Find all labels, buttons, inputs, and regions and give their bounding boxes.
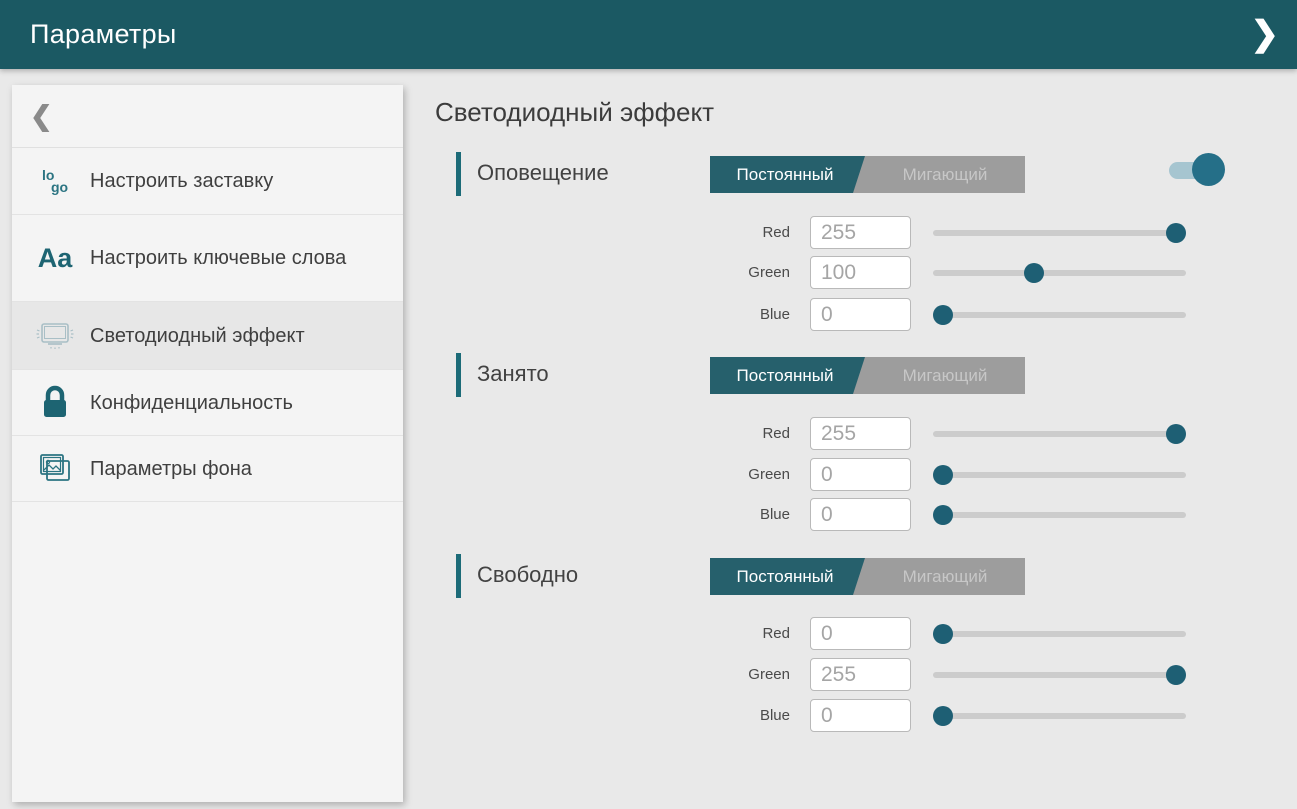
lock-icon [32, 381, 78, 425]
red-label: Red [700, 425, 790, 442]
segment-solid-label[interactable]: Постоянный [710, 156, 860, 193]
app-header: Параметры ❯ [0, 0, 1297, 69]
page-title: Параметры [30, 19, 177, 50]
blue-slider[interactable] [933, 512, 1186, 518]
blue-value-input[interactable] [810, 699, 911, 732]
forward-chevron-icon[interactable]: ❯ [1251, 12, 1280, 56]
led-screen-icon [32, 314, 78, 358]
accent-bar [456, 152, 461, 196]
sidebar-item-screensaver[interactable]: logo Настроить заставку [12, 148, 403, 215]
red-slider[interactable] [933, 431, 1186, 437]
sidebar-item-led-effect[interactable]: Светодиодный эффект [12, 302, 403, 370]
rgb-row-red: Red [700, 617, 1220, 650]
rgb-row-red: Red [700, 216, 1220, 249]
blue-value-input[interactable] [810, 498, 911, 531]
sidebar-item-label: Настроить заставку [90, 168, 273, 194]
sidebar-item-background[interactable]: Параметры фона [12, 436, 403, 502]
back-chevron-icon[interactable]: ❮ [30, 101, 53, 132]
blue-slider[interactable] [933, 713, 1186, 719]
green-slider-knob[interactable] [1166, 665, 1186, 685]
section-label: Оповещение [477, 152, 609, 196]
red-label: Red [700, 625, 790, 642]
accent-bar [456, 554, 461, 598]
sidebar-item-label: Конфиденциальность [90, 390, 293, 416]
blue-slider-knob[interactable] [933, 706, 953, 726]
rgb-row-blue: Blue [700, 298, 1220, 331]
red-value-input[interactable] [810, 617, 911, 650]
red-slider[interactable] [933, 631, 1186, 637]
section-label: Занято [477, 353, 549, 397]
segment-blinking-label[interactable]: Мигающий [865, 156, 1025, 193]
green-label: Green [700, 466, 790, 483]
rgb-row-blue: Blue [700, 699, 1220, 732]
segment-solid-label[interactable]: Постоянный [710, 558, 860, 595]
sidebar-item-label: Светодиодный эффект [90, 323, 305, 349]
rgb-row-green: Green [700, 458, 1220, 491]
rgb-row-red: Red [700, 417, 1220, 450]
red-value-input[interactable] [810, 216, 911, 249]
accent-bar [456, 353, 461, 397]
section-header-free: Свободно [456, 554, 578, 598]
sidebar-item-keywords[interactable]: Aa Настроить ключевые слова [12, 215, 403, 302]
blue-label: Blue [700, 707, 790, 724]
green-slider[interactable] [933, 472, 1186, 478]
green-label: Green [700, 264, 790, 281]
settings-sidebar: ❮ logo Настроить заставку Aa Настроить к… [12, 85, 403, 802]
green-slider[interactable] [933, 672, 1186, 678]
red-label: Red [700, 224, 790, 241]
mode-segmented-control-notification[interactable]: Постоянный Мигающий [710, 156, 1025, 193]
background-image-icon [32, 447, 78, 491]
logo-icon: logo [32, 159, 78, 203]
blue-slider-knob[interactable] [933, 305, 953, 325]
green-value-input[interactable] [810, 458, 911, 491]
rgb-row-blue: Blue [700, 498, 1220, 531]
section-header-notification: Оповещение [456, 152, 609, 196]
sidebar-item-label: Параметры фона [90, 456, 252, 482]
green-slider[interactable] [933, 270, 1186, 276]
blue-value-input[interactable] [810, 298, 911, 331]
rgb-row-green: Green [700, 256, 1220, 289]
red-slider-knob[interactable] [933, 624, 953, 644]
green-value-input[interactable] [810, 256, 911, 289]
rgb-row-green: Green [700, 658, 1220, 691]
green-slider-knob[interactable] [933, 465, 953, 485]
sidebar-item-privacy[interactable]: Конфиденциальность [12, 370, 403, 436]
mode-segmented-control-busy[interactable]: Постоянный Мигающий [710, 357, 1025, 394]
notification-enable-switch[interactable] [1167, 153, 1225, 187]
green-value-input[interactable] [810, 658, 911, 691]
switch-knob[interactable] [1192, 153, 1225, 186]
blue-slider[interactable] [933, 312, 1186, 318]
keywords-icon: Aa [32, 236, 78, 280]
mode-segmented-control-free[interactable]: Постоянный Мигающий [710, 558, 1025, 595]
section-label: Свободно [477, 554, 578, 598]
blue-label: Blue [700, 506, 790, 523]
red-slider[interactable] [933, 230, 1186, 236]
segment-solid-label[interactable]: Постоянный [710, 357, 860, 394]
red-slider-knob[interactable] [1166, 424, 1186, 444]
sidebar-item-label: Настроить ключевые слова [90, 245, 346, 271]
panel-title: Светодиодный эффект [435, 97, 714, 128]
segment-blinking-label[interactable]: Мигающий [865, 558, 1025, 595]
sidebar-collapse-row[interactable]: ❮ [12, 85, 403, 148]
blue-label: Blue [700, 306, 790, 323]
blue-slider-knob[interactable] [933, 505, 953, 525]
green-label: Green [700, 666, 790, 683]
led-effect-panel: Светодиодный эффект Оповещение Постоянны… [435, 85, 1297, 809]
red-slider-knob[interactable] [1166, 223, 1186, 243]
red-value-input[interactable] [810, 417, 911, 450]
section-header-busy: Занято [456, 353, 549, 397]
green-slider-knob[interactable] [1024, 263, 1044, 283]
segment-blinking-label[interactable]: Мигающий [865, 357, 1025, 394]
